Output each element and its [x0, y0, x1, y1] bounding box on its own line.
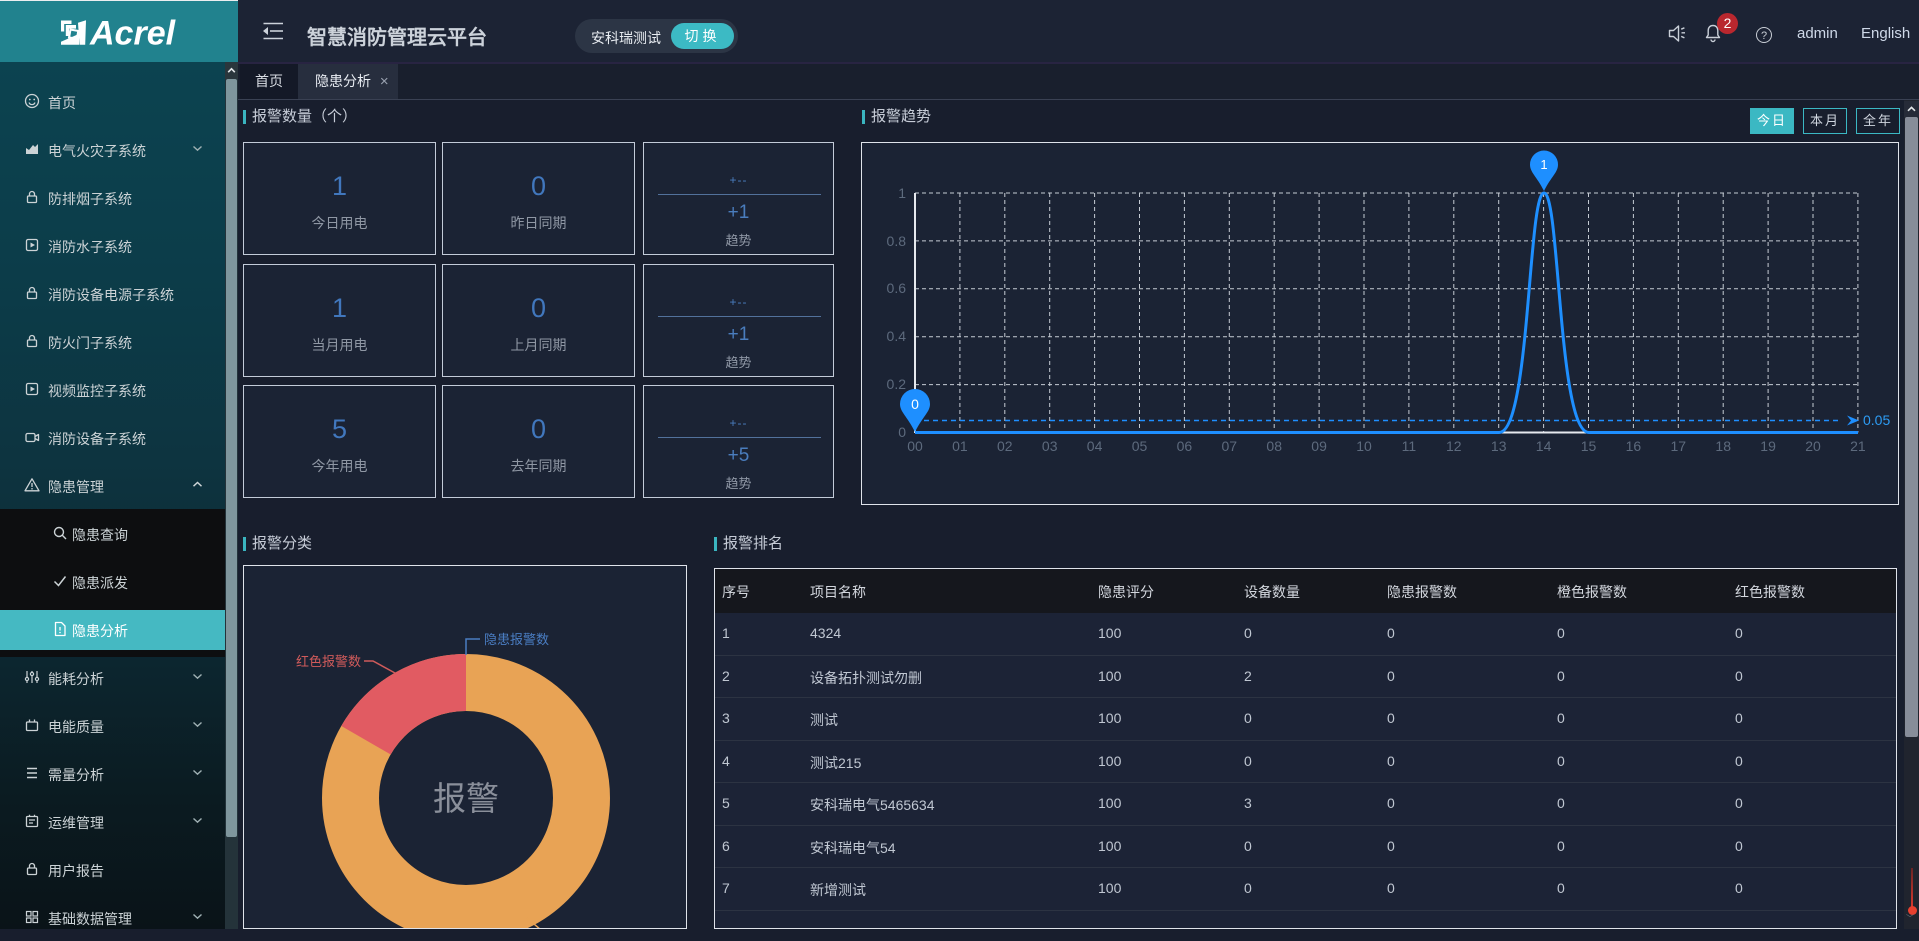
svg-text:09: 09	[1311, 438, 1327, 454]
svg-text:报警: 报警	[433, 780, 499, 817]
svg-text:0: 0	[911, 396, 919, 412]
svg-text:Acrel: Acrel	[89, 15, 177, 53]
svg-text:0.6: 0.6	[887, 280, 907, 296]
svg-text:13: 13	[1491, 438, 1507, 454]
svg-text:1: 1	[898, 185, 906, 201]
svg-text:21: 21	[1850, 438, 1866, 454]
svg-text:隐患报警数: 隐患报警数	[484, 632, 549, 647]
svg-text:03: 03	[1042, 438, 1058, 454]
svg-text:16: 16	[1626, 438, 1642, 454]
svg-text:06: 06	[1177, 438, 1193, 454]
svg-text:07: 07	[1222, 438, 1238, 454]
svg-text:1: 1	[1540, 157, 1547, 172]
svg-text:0.2: 0.2	[887, 376, 907, 392]
svg-text:12: 12	[1446, 438, 1462, 454]
svg-text:02: 02	[997, 438, 1013, 454]
svg-text:17: 17	[1671, 438, 1687, 454]
svg-text:0: 0	[898, 424, 906, 440]
svg-text:0.8: 0.8	[887, 233, 907, 249]
svg-text:05: 05	[1132, 438, 1148, 454]
svg-text:04: 04	[1087, 438, 1103, 454]
svg-text:20: 20	[1805, 438, 1821, 454]
svg-text:11: 11	[1402, 438, 1417, 454]
svg-text:08: 08	[1266, 438, 1282, 454]
svg-text:01: 01	[952, 438, 968, 454]
svg-text:15: 15	[1581, 438, 1597, 454]
svg-text:0.4: 0.4	[887, 328, 907, 344]
svg-text:18: 18	[1715, 438, 1731, 454]
svg-text:00: 00	[907, 438, 923, 454]
svg-text:10: 10	[1356, 438, 1372, 454]
svg-text:14: 14	[1536, 438, 1552, 454]
svg-text:0.05: 0.05	[1863, 412, 1890, 428]
svg-text:红色报警数: 红色报警数	[296, 654, 361, 669]
svg-text:19: 19	[1760, 438, 1776, 454]
